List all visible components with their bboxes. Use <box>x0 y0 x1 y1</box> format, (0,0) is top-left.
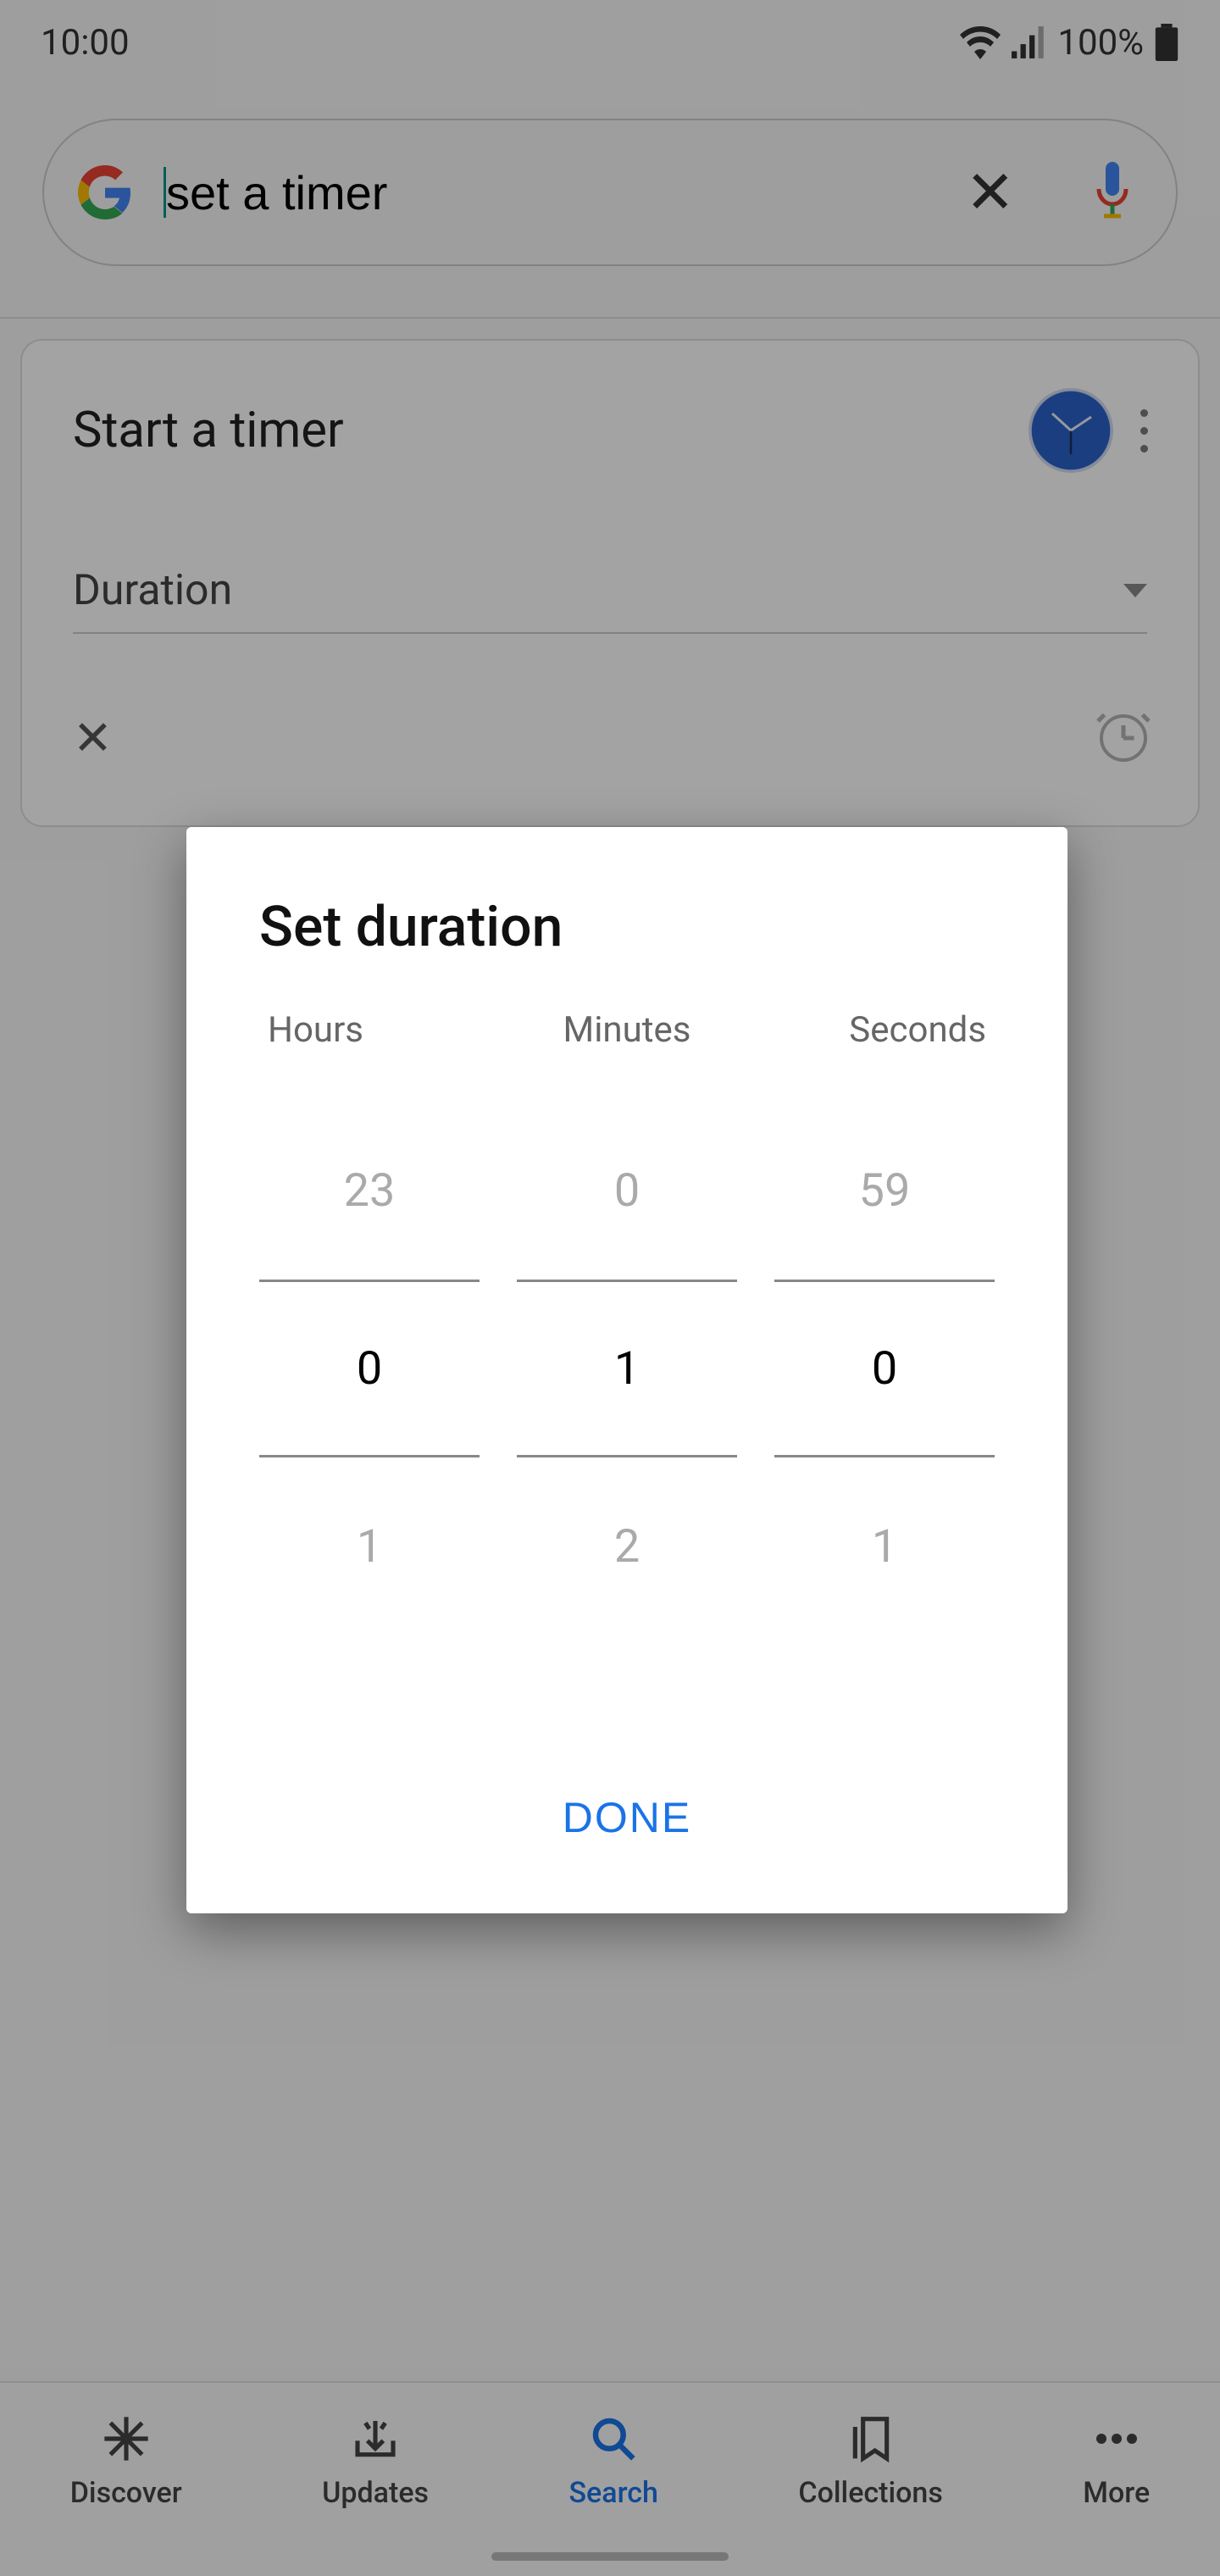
set-duration-dialog: Set duration Hours Minutes Seconds 23 0 … <box>186 827 1068 1913</box>
dialog-title: Set duration <box>259 895 995 960</box>
done-button[interactable]: DONE <box>529 1773 725 1863</box>
picker-next[interactable]: 1 <box>259 1457 480 1635</box>
picker-current[interactable]: 0 <box>259 1280 480 1457</box>
picker-next[interactable]: 2 <box>517 1457 737 1635</box>
picker-header-hours: Hours <box>259 1009 491 1051</box>
picker-header-minutes: Minutes <box>516 1009 739 1051</box>
minutes-picker[interactable]: 0 1 2 <box>517 1102 737 1635</box>
seconds-picker[interactable]: 59 0 1 <box>774 1102 995 1635</box>
picker-prev[interactable]: 0 <box>517 1102 737 1280</box>
picker-prev[interactable]: 59 <box>774 1102 995 1280</box>
picker-current[interactable]: 1 <box>517 1280 737 1457</box>
picker-header-seconds: Seconds <box>763 1009 995 1051</box>
picker-prev[interactable]: 23 <box>259 1102 480 1280</box>
picker-next[interactable]: 1 <box>774 1457 995 1635</box>
picker-current[interactable]: 0 <box>774 1280 995 1457</box>
hours-picker[interactable]: 23 0 1 <box>259 1102 480 1635</box>
